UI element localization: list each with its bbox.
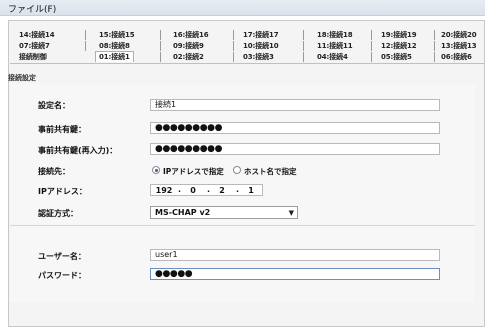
tab-connection-13[interactable]: 13:接続13 (441, 41, 477, 51)
ip-dot: . (178, 185, 182, 194)
file-menu[interactable]: ファイル(F) (8, 2, 56, 15)
ip-octet-1[interactable]: 192 (155, 186, 173, 195)
tab-connection-7[interactable]: 07:接続7 (19, 41, 50, 51)
tab-connection-12[interactable]: 12:接続12 (381, 41, 417, 51)
radio-host-name-label[interactable]: ホスト名で指定 (244, 166, 297, 177)
radio-host-name[interactable] (233, 166, 241, 174)
tab-divider (160, 52, 161, 62)
tab-connection-5[interactable]: 05:接続5 (381, 52, 412, 62)
password-label: パスワード： (38, 271, 86, 280)
tab-connection-6[interactable]: 06:接続6 (441, 52, 472, 62)
tab-connection-8[interactable]: 08:接続8 (99, 41, 130, 51)
tab-divider (434, 52, 435, 62)
psk-confirm-field[interactable]: ●●●●●●●●● (150, 143, 440, 155)
tab-divider (371, 30, 372, 40)
tab-strip-border (10, 63, 485, 64)
tab-connection-control[interactable]: 接続制御 (19, 52, 47, 62)
tab-divider (371, 41, 372, 51)
tab-divider (85, 30, 86, 40)
tab-divider (85, 41, 86, 51)
tab-divider (233, 52, 234, 62)
tab-divider (434, 41, 435, 51)
menu-bar: ファイル(F) (0, 0, 485, 16)
tab-connection-16[interactable]: 16:接続16 (173, 30, 209, 40)
tab-divider (160, 30, 161, 40)
auth-method-label: 認証方式： (38, 209, 78, 218)
tab-divider (303, 30, 304, 40)
ip-dot: . (207, 185, 211, 194)
tab-divider (303, 41, 304, 51)
tab-divider (233, 41, 234, 51)
chevron-down-icon: ▼ (288, 209, 294, 217)
ip-address-field[interactable]: 192 . 0 . 2 . 1 (150, 184, 263, 196)
tab-connection-4[interactable]: 04:接続4 (317, 52, 348, 62)
tab-divider (434, 30, 435, 40)
group-divider (10, 225, 475, 226)
destination-label: 接続先： (38, 167, 70, 176)
tab-connection-10[interactable]: 10:接続10 (243, 41, 279, 51)
tab-connection-2[interactable]: 02:接続2 (173, 52, 204, 62)
username-field[interactable]: user1 (150, 249, 440, 261)
psk-field[interactable]: ●●●●●●●●● (150, 122, 440, 134)
username-label: ユーザー名： (38, 252, 86, 261)
tab-connection-18[interactable]: 18:接続18 (317, 30, 353, 40)
tab-connection-20[interactable]: 20:接続20 (441, 30, 477, 40)
psk-label: 事前共有鍵： (38, 125, 86, 134)
ip-octet-2[interactable]: 0 (184, 186, 202, 195)
ip-octet-4[interactable]: 1 (242, 186, 260, 195)
tab-connection-19[interactable]: 19:接続19 (381, 30, 417, 40)
psk-confirm-label: 事前共有鍵(再入力)： (38, 146, 118, 155)
tab-divider (233, 30, 234, 40)
tab-connection-1[interactable]: 01:接続1 (95, 51, 134, 62)
password-field[interactable]: ●●●●● (150, 268, 440, 280)
ip-dot: . (236, 185, 240, 194)
tab-connection-3[interactable]: 03:接続3 (243, 52, 274, 62)
tab-divider (160, 41, 161, 51)
tab-connection-9[interactable]: 09:接続9 (173, 41, 204, 51)
setting-name-field[interactable]: 接続1 (150, 99, 440, 111)
ip-octet-3[interactable]: 2 (213, 186, 231, 195)
app-window: ファイル(F) 14:接続14 15:接続15 16:接続16 17:接続17 … (0, 0, 485, 329)
section-title: 接続設定 (8, 74, 36, 82)
tab-connection-17[interactable]: 17:接続17 (243, 30, 279, 40)
tab-divider (371, 52, 372, 62)
auth-method-value: MS-CHAP v2 (155, 208, 211, 217)
auth-method-select[interactable]: MS-CHAP v2 ▼ (150, 206, 298, 219)
ip-address-label: IPアドレス： (38, 187, 87, 196)
setting-name-label: 設定名： (38, 101, 70, 110)
tab-connection-14[interactable]: 14:接続14 (19, 30, 55, 40)
tab-connection-11[interactable]: 11:接続11 (317, 41, 353, 51)
tab-connection-15[interactable]: 15:接続15 (99, 30, 135, 40)
tab-divider (303, 52, 304, 62)
radio-ip-address[interactable] (152, 166, 160, 174)
radio-ip-address-label[interactable]: IPアドレスで指定 (163, 166, 224, 177)
